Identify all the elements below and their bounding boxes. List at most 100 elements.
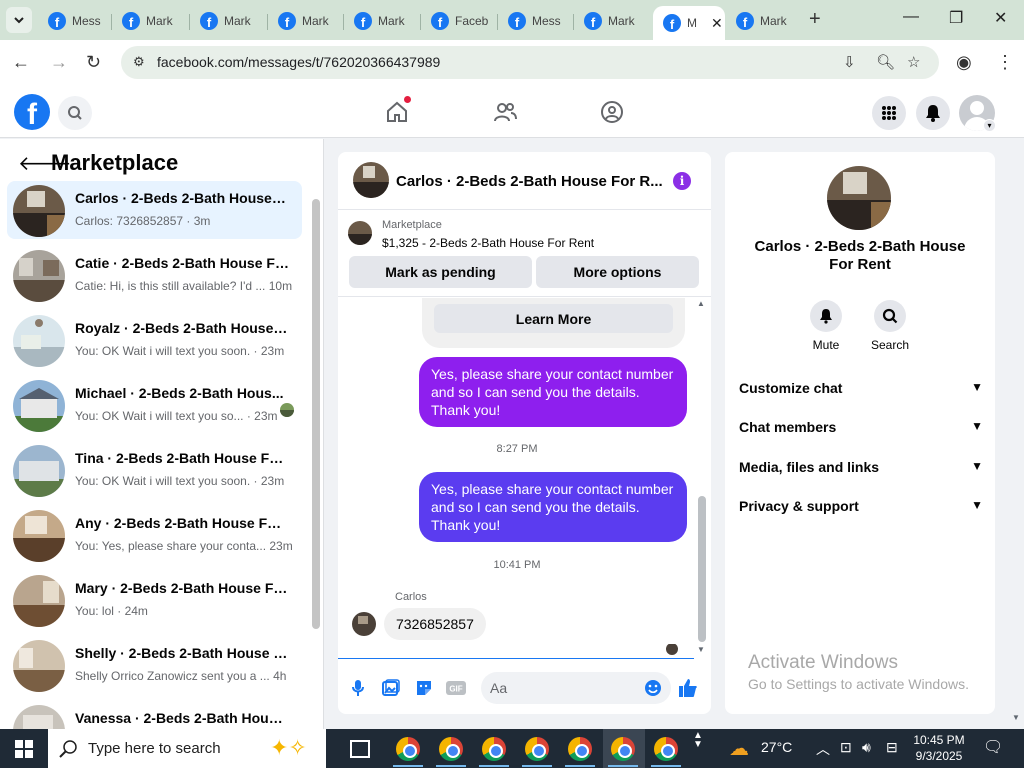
- conversation-item[interactable]: Vanessa · 2-Beds 2-Bath House ...: [7, 701, 302, 729]
- emoji-button[interactable]: [643, 678, 663, 698]
- conversation-item[interactable]: Mary · 2-Beds 2-Bath House For... You: l…: [7, 571, 302, 629]
- chrome-app-icon[interactable]: [439, 737, 463, 761]
- notifications-button[interactable]: [916, 96, 950, 130]
- list-scrollbar[interactable]: [312, 199, 320, 629]
- chrome-app-icon[interactable]: [482, 737, 506, 761]
- scroll-down-icon[interactable]: ▼: [697, 645, 705, 654]
- conversation-item[interactable]: Any · 2-Beds 2-Bath House For ... You: Y…: [7, 506, 302, 564]
- apps-grid-icon: [882, 106, 896, 120]
- close-tab-icon[interactable]: ✕: [711, 15, 723, 32]
- conversation-item[interactable]: Michael · 2-Beds 2-Bath Hous... You: OK …: [7, 376, 302, 434]
- browser-tab[interactable]: f Mark: [268, 6, 344, 36]
- task-view-icon[interactable]: [350, 740, 370, 758]
- conversation-item[interactable]: Royalz · 2-Beds 2-Bath House F... You: O…: [7, 311, 302, 369]
- mark-pending-button[interactable]: Mark as pending: [349, 256, 532, 288]
- conversation-preview: Shelly Orrico Zanowicz sent you a ... 4h: [75, 669, 287, 683]
- chrome-app-icon[interactable]: [525, 737, 549, 761]
- sender-name: Carlos: [395, 591, 427, 603]
- browser-tab-active[interactable]: f M ✕: [653, 6, 725, 40]
- zoom-icon[interactable]: 🔍︎: [876, 53, 895, 71]
- scroll-up-icon[interactable]: ▲: [697, 299, 705, 308]
- listing-thumbnail[interactable]: [348, 221, 372, 245]
- browser-tab[interactable]: f Mess: [38, 6, 112, 36]
- conversation-item[interactable]: Catie · 2-Beds 2-Bath House For... Catie…: [7, 246, 302, 304]
- conversation-item[interactable]: Tina · 2-Beds 2-Bath House For ... You: …: [7, 441, 302, 499]
- show-hidden-icons-icon[interactable]: ︿: [816, 739, 830, 759]
- install-app-icon[interactable]: ⇩: [843, 53, 856, 71]
- voice-clip-button[interactable]: [348, 678, 368, 698]
- media-files-links-section[interactable]: Media, files and links ▼: [739, 459, 983, 479]
- bookmark-star-icon[interactable]: ☆: [907, 53, 920, 71]
- taskbar-search[interactable]: Type here to search ✦✧: [48, 729, 326, 768]
- minimize-icon[interactable]: —: [903, 8, 919, 26]
- gif-button[interactable]: GIF: [445, 678, 467, 698]
- search-in-conversation-button[interactable]: Search: [860, 300, 920, 352]
- browser-tab[interactable]: f Mess: [498, 6, 574, 36]
- browser-tab[interactable]: f Mark: [190, 6, 268, 36]
- volume-icon[interactable]: 🔊︎: [862, 739, 871, 756]
- browser-tab[interactable]: f Mark: [574, 6, 652, 36]
- weather-temperature[interactable]: 27°C: [761, 739, 792, 755]
- privacy-support-section[interactable]: Privacy & support ▼: [739, 498, 983, 518]
- browser-tab[interactable]: f Mark: [344, 6, 421, 36]
- weather-icon[interactable]: ☁: [729, 736, 749, 761]
- sender-avatar[interactable]: [352, 612, 376, 636]
- chat-avatar[interactable]: [353, 162, 389, 198]
- meet-icon[interactable]: ⊡: [840, 739, 852, 756]
- conversation-item[interactable]: Shelly · 2-Beds 2-Bath House Fo... Shell…: [7, 636, 302, 694]
- mute-button[interactable]: Mute: [796, 300, 856, 352]
- notifications-icon[interactable]: 🗨︎: [983, 737, 1003, 757]
- listing-thumbnail: [13, 315, 65, 367]
- browser-tab[interactable]: f Faceb: [421, 6, 498, 36]
- facebook-favicon-icon: f: [278, 12, 296, 30]
- tab-label: Mark: [378, 14, 405, 28]
- attach-photo-button[interactable]: [381, 678, 401, 698]
- chat-members-section[interactable]: Chat members ▼: [739, 419, 983, 439]
- chrome-app-icon[interactable]: [568, 737, 592, 761]
- close-window-icon[interactable]: ✕: [994, 8, 1007, 28]
- chat-scrollbar[interactable]: [698, 496, 706, 642]
- facebook-logo-icon[interactable]: f: [14, 94, 50, 130]
- tab-search-button[interactable]: [6, 7, 32, 33]
- chrome-app-icon[interactable]: [654, 737, 678, 761]
- tray-scroll-icon[interactable]: ▲ ▼: [693, 731, 703, 750]
- friends-nav-button[interactable]: [491, 98, 519, 126]
- customize-chat-section[interactable]: Customize chat ▼: [739, 380, 983, 400]
- learn-more-button[interactable]: Learn More: [434, 304, 673, 333]
- taskbar-clock[interactable]: 10:45 PM 9/3/2025: [907, 732, 971, 764]
- back-icon[interactable]: ←: [12, 52, 30, 73]
- browser-tab[interactable]: f Mark: [726, 6, 802, 36]
- sticker-button[interactable]: [414, 678, 434, 698]
- browser-menu-icon[interactable]: ⋮: [996, 52, 1014, 73]
- like-button[interactable]: [678, 678, 698, 698]
- chrome-app-icon[interactable]: [396, 737, 420, 761]
- restore-icon[interactable]: ❐: [949, 8, 963, 28]
- network-icon[interactable]: ⊟: [886, 739, 898, 756]
- new-tab-icon[interactable]: +: [809, 8, 821, 31]
- address-bar[interactable]: ⚙ facebook.com/messages/t/76202036643798…: [121, 46, 939, 79]
- forward-icon[interactable]: →: [50, 52, 68, 73]
- groups-nav-button[interactable]: [598, 98, 626, 126]
- tab-label: Mark: [302, 14, 329, 28]
- outgoing-message[interactable]: Yes, please share your contact number an…: [419, 357, 687, 427]
- marketplace-conversation-list: 🡐 Marketplace Carlos · 2-Beds 2-Bath Hou…: [0, 139, 324, 729]
- browser-tab[interactable]: f Mark: [112, 6, 190, 36]
- search-button[interactable]: [58, 96, 92, 130]
- conversation-item[interactable]: Carlos · 2-Beds 2-Bath House Fo... Carlo…: [7, 181, 302, 239]
- profile-account-icon[interactable]: ◉: [956, 52, 972, 73]
- listing-price[interactable]: $1,325 - 2-Beds 2-Bath House For Rent: [382, 236, 594, 250]
- chat-title[interactable]: Carlos · 2-Beds 2-Bath House For R...: [396, 173, 663, 190]
- windows-start-icon[interactable]: [15, 740, 33, 758]
- outgoing-message[interactable]: Yes, please share your contact number an…: [419, 472, 687, 542]
- incoming-message[interactable]: 7326852857: [384, 608, 486, 640]
- reload-icon[interactable]: ↻: [86, 52, 101, 73]
- conversation-title: Vanessa · 2-Beds 2-Bath House ...: [75, 710, 289, 726]
- site-settings-icon[interactable]: ⚙: [133, 54, 145, 70]
- chrome-app-icon[interactable]: [611, 737, 635, 761]
- menu-button[interactable]: [872, 96, 906, 130]
- info-icon[interactable]: i: [673, 172, 691, 190]
- bell-icon: [926, 105, 940, 122]
- account-chevron-icon[interactable]: ▾: [983, 119, 996, 132]
- more-options-button[interactable]: More options: [536, 256, 699, 288]
- page-scroll-down-icon[interactable]: ▼: [1012, 713, 1020, 722]
